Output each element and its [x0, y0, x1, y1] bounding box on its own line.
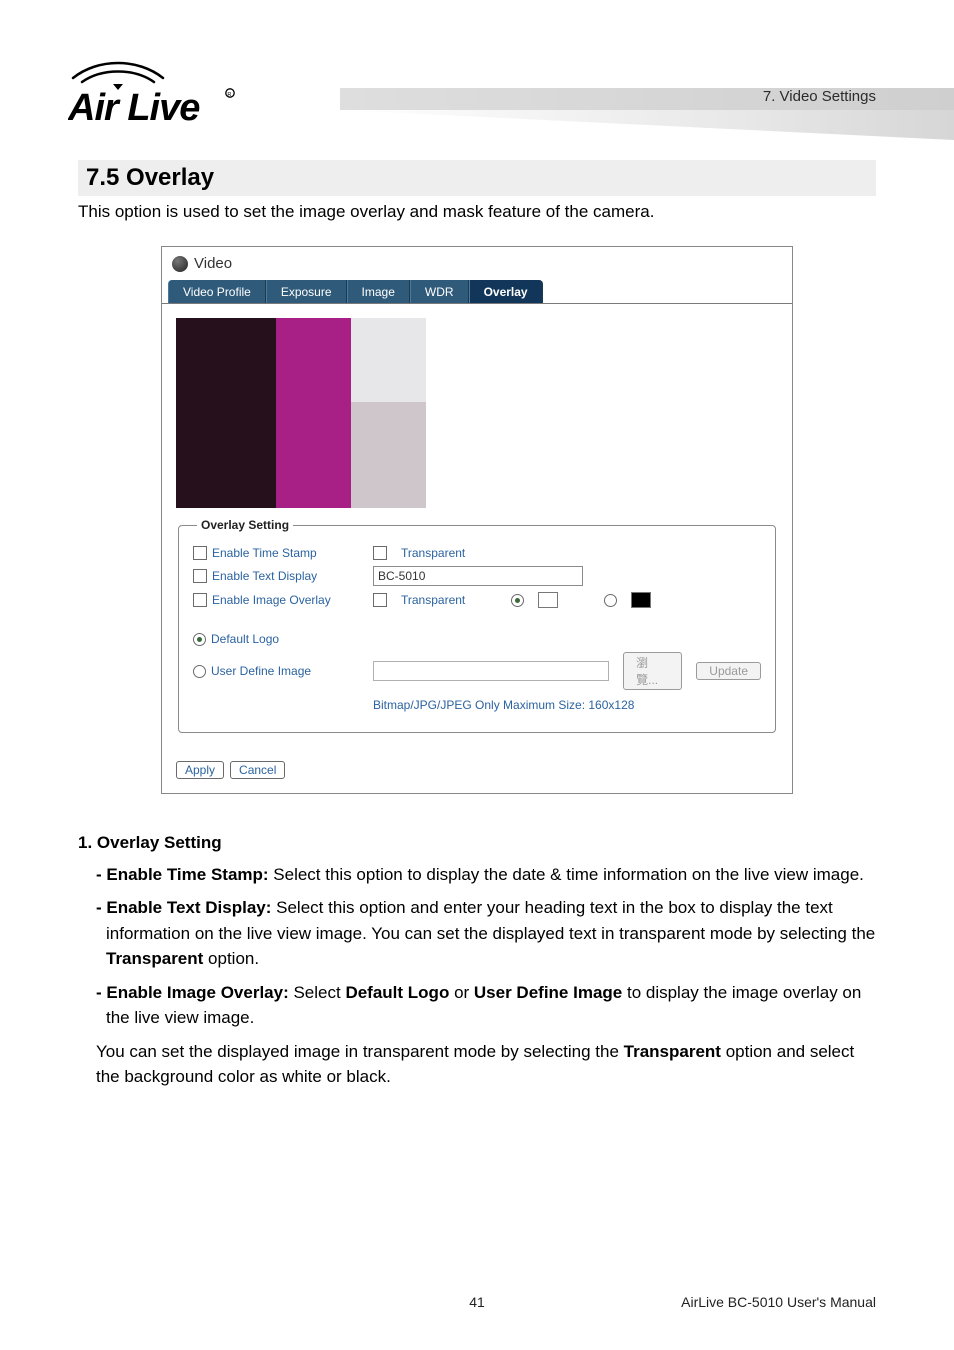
user-define-image-bold: User Define Image — [474, 983, 622, 1002]
text-display-input[interactable] — [373, 566, 583, 586]
footer-title: AirLive BC-5010 User's Manual — [681, 1294, 876, 1310]
color-white-radio[interactable] — [511, 594, 524, 607]
brand-logo: Air Live R — [68, 60, 238, 130]
section-intro: This option is used to set the image ove… — [78, 202, 876, 222]
image-overlay-transparent-label: Transparent — [401, 593, 465, 607]
overlay-setting-heading: 1. Overlay Setting — [78, 830, 876, 856]
default-logo-bold: Default Logo — [345, 983, 449, 1002]
enable-image-overlay-checkbox[interactable] — [193, 593, 207, 607]
page-footer: 41 AirLive BC-5010 User's Manual — [78, 1294, 876, 1310]
video-preview — [176, 318, 426, 508]
transparent-bold-2: Transparent — [624, 1042, 721, 1061]
tab-video-profile[interactable]: Video Profile — [168, 280, 266, 303]
time-stamp-transparent-label: Transparent — [401, 546, 465, 560]
tab-overlay[interactable]: Overlay — [469, 280, 543, 303]
enable-time-stamp-text: Select this option to display the date &… — [269, 865, 864, 884]
user-image-path-input[interactable] — [373, 661, 609, 681]
enable-image-overlay-bold: - Enable Image Overlay: — [96, 983, 289, 1002]
overlay-setting-legend: Overlay Setting — [197, 518, 293, 532]
enable-text-display-item: - Enable Text Display: Select this optio… — [96, 895, 876, 972]
section-heading-bar: 7.5 Overlay — [78, 160, 876, 196]
browse-button[interactable]: 瀏覽... — [623, 652, 682, 690]
video-settings-screenshot: Video Video Profile Exposure Image WDR O… — [161, 246, 793, 794]
enable-image-overlay-label: Enable Image Overlay — [212, 593, 331, 607]
update-button[interactable]: Update — [696, 662, 761, 680]
window-title: Video — [194, 255, 232, 272]
enable-text-display-checkbox[interactable] — [193, 569, 207, 583]
header-wedge — [340, 110, 954, 140]
enable-text-display-bold: - Enable Text Display: — [96, 898, 271, 917]
enable-text-display-text-2: option. — [203, 949, 259, 968]
color-black-radio[interactable] — [604, 594, 617, 607]
user-define-image-radio[interactable] — [193, 665, 206, 678]
enable-image-overlay-text-1: Select — [289, 983, 346, 1002]
tab-image[interactable]: Image — [347, 280, 410, 303]
svg-text:Air Live: Air Live — [68, 87, 200, 129]
window-title-bar: Video — [162, 247, 792, 280]
tab-bar: Video Profile Exposure Image WDR Overlay — [162, 280, 792, 303]
cancel-button[interactable]: Cancel — [230, 761, 285, 779]
enable-image-overlay-text-2: or — [449, 983, 474, 1002]
transparent-bold-1: Transparent — [106, 949, 203, 968]
color-white-swatch — [538, 592, 558, 608]
enable-time-stamp-checkbox[interactable] — [193, 546, 207, 560]
enable-time-stamp-item: - Enable Time Stamp: Select this option … — [96, 862, 876, 888]
overlay-setting-fieldset: Overlay Setting Enable Time Stamp Transp… — [178, 518, 776, 733]
section-heading: 7.5 Overlay — [86, 164, 868, 192]
time-stamp-transparent-checkbox[interactable] — [373, 546, 387, 560]
chapter-label: 7. Video Settings — [763, 88, 876, 105]
color-black-swatch — [631, 592, 651, 608]
transparent-paragraph: You can set the displayed image in trans… — [96, 1039, 876, 1090]
tab-wdr[interactable]: WDR — [410, 280, 469, 303]
body-text: 1. Overlay Setting - Enable Time Stamp: … — [78, 830, 876, 1090]
tab-exposure[interactable]: Exposure — [266, 280, 347, 303]
enable-image-overlay-item: - Enable Image Overlay: Select Default L… — [96, 980, 876, 1031]
default-logo-label: Default Logo — [211, 632, 279, 646]
apply-button[interactable]: Apply — [176, 761, 224, 779]
window-title-icon — [172, 256, 188, 272]
user-define-image-label: User Define Image — [211, 664, 311, 678]
enable-text-display-label: Enable Text Display — [212, 569, 317, 583]
default-logo-radio[interactable] — [193, 633, 206, 646]
svg-text:R: R — [227, 92, 231, 98]
image-overlay-transparent-checkbox[interactable] — [373, 593, 387, 607]
enable-time-stamp-label: Enable Time Stamp — [212, 546, 317, 560]
transparent-para-1: You can set the displayed image in trans… — [96, 1042, 624, 1061]
image-size-hint: Bitmap/JPG/JPEG Only Maximum Size: 160x1… — [373, 698, 761, 712]
enable-time-stamp-bold: - Enable Time Stamp: — [96, 865, 269, 884]
page-number: 41 — [469, 1294, 485, 1310]
